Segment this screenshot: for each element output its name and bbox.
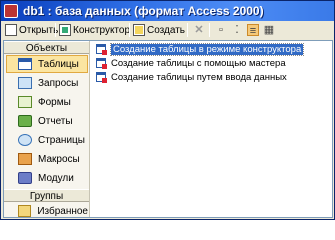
objects-list: Создание таблицы в режиме конструктора С… <box>92 41 332 217</box>
toolbar-separator <box>129 23 130 37</box>
sidebar-item-label: Макросы <box>38 153 80 165</box>
list-item-create-wizard[interactable]: Создание таблицы с помощью мастера <box>96 57 286 69</box>
create-button-label: Создать <box>147 24 186 36</box>
details-view-icon[interactable]: ▦ <box>263 24 275 36</box>
open-button[interactable]: Открыть <box>5 23 58 37</box>
new-table-icon <box>96 44 107 55</box>
sidebar-item-favorites[interactable]: Избранное <box>6 202 88 220</box>
sidebar-item-modules[interactable]: Модули <box>6 169 88 187</box>
toolbar-separator <box>187 23 188 37</box>
title-bar[interactable]: db1 : база данных (формат Access 2000) <box>1 1 334 21</box>
delete-icon[interactable]: ✕ <box>193 24 205 36</box>
table-icon <box>18 58 32 70</box>
sidebar-item-label: Модули <box>38 172 74 184</box>
design-icon <box>59 24 71 36</box>
sidebar-item-label: Формы <box>38 96 71 108</box>
open-button-label: Открыть <box>19 24 59 36</box>
query-icon <box>18 77 32 89</box>
toolbar-separator <box>55 23 56 37</box>
database-window: db1 : база данных (формат Access 2000) О… <box>0 0 335 220</box>
list-item-label: Создание таблицы путем ввода данных <box>111 71 287 83</box>
design-button[interactable]: Конструктор <box>59 23 130 37</box>
create-icon <box>133 24 145 36</box>
toolbar: Открыть Конструктор Создать ✕ ▫ ⁚ ≡ ▦ <box>3 21 333 39</box>
access-app-icon <box>4 4 18 18</box>
form-icon <box>18 96 32 108</box>
database-body: Объекты Таблицы Запросы Формы Отчеты Стр… <box>3 40 333 218</box>
list-item-label: Создание таблицы с помощью мастера <box>111 57 286 69</box>
list-item-create-data-entry[interactable]: Создание таблицы путем ввода данных <box>96 71 287 83</box>
sidebar-item-label: Запросы <box>38 77 79 89</box>
sidebar-item-forms[interactable]: Формы <box>6 93 88 111</box>
macro-icon <box>18 153 32 165</box>
open-icon <box>5 24 17 36</box>
sidebar-item-macros[interactable]: Макросы <box>6 150 88 168</box>
design-button-label: Конструктор <box>73 24 131 36</box>
sidebar-item-queries[interactable]: Запросы <box>6 74 88 92</box>
module-icon <box>18 172 32 184</box>
window-title: db1 : база данных (формат Access 2000) <box>23 4 264 18</box>
objects-bar: Объекты Таблицы Запросы Формы Отчеты Стр… <box>4 41 90 217</box>
page-icon <box>18 134 32 146</box>
sidebar-item-label: Страницы <box>38 134 85 146</box>
list-view-icon[interactable]: ≡ <box>247 24 259 37</box>
report-icon <box>18 115 32 127</box>
sidebar-item-reports[interactable]: Отчеты <box>6 112 88 130</box>
sidebar-item-label: Отчеты <box>38 115 73 127</box>
favorites-icon <box>18 205 32 217</box>
large-icons-icon[interactable]: ▫ <box>215 24 227 36</box>
new-table-icon <box>96 72 107 83</box>
toolbar-separator <box>209 23 210 37</box>
list-item-label: Создание таблицы в режиме конструктора <box>109 42 305 56</box>
sidebar-item-pages[interactable]: Страницы <box>6 131 88 149</box>
sidebar-item-label: Таблицы <box>38 58 79 70</box>
create-button[interactable]: Создать <box>133 23 185 37</box>
sidebar-item-tables[interactable]: Таблицы <box>6 55 88 73</box>
list-item-create-design[interactable]: Создание таблицы в режиме конструктора <box>96 42 305 56</box>
sidebar-item-label: Избранное <box>37 205 88 217</box>
objects-header[interactable]: Объекты <box>4 41 89 54</box>
new-table-icon <box>96 58 107 69</box>
small-icons-icon[interactable]: ⁚ <box>231 24 243 36</box>
groups-header[interactable]: Группы <box>4 189 89 202</box>
